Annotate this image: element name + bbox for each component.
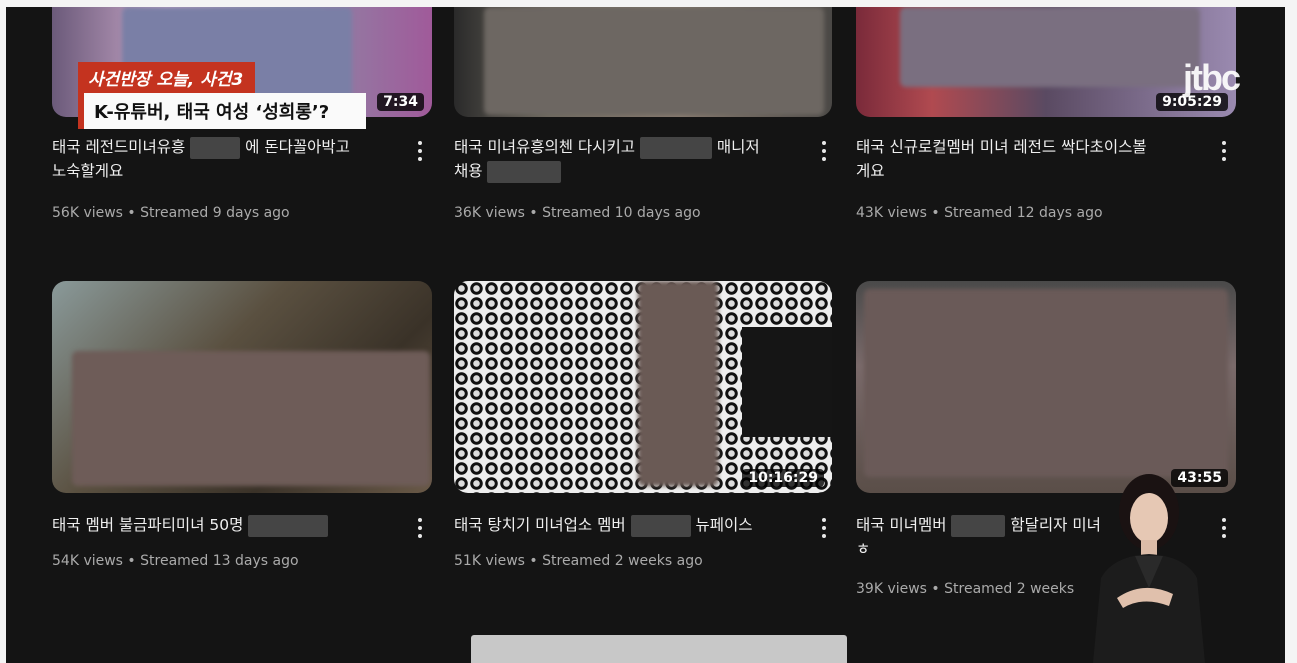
- video-duration: 7:34: [377, 93, 424, 111]
- caption-subtitle: K-유튜버, 태국 여성 ‘성희롱’?: [78, 93, 366, 129]
- video-card[interactable]: 10:16:29 태국 탕치기 미녀업소 멤버 뉴페이스 51K views •…: [454, 281, 838, 581]
- video-meta: 56K views • Streamed 9 days ago: [52, 205, 290, 221]
- video-card[interactable]: 9:05:29 태국 신규로컬멤버 미녀 레전드 싹다초이스볼 게요 43K v…: [856, 7, 1240, 227]
- more-options-icon[interactable]: [822, 141, 826, 161]
- video-meta: 36K views • Streamed 10 days ago: [454, 205, 701, 221]
- redacted-text: [190, 136, 241, 159]
- video-title[interactable]: 태국 미녀유흥의첸 다시키고 매니저 채용: [454, 135, 794, 183]
- redacted-text: [630, 514, 691, 537]
- video-meta: 54K views • Streamed 13 days ago: [52, 553, 299, 569]
- more-options-icon[interactable]: [1222, 141, 1226, 161]
- more-options-icon[interactable]: [418, 518, 422, 538]
- blurred-region: [900, 7, 1200, 87]
- redacted-text: [487, 160, 562, 183]
- blurred-region: [638, 281, 718, 486]
- video-grid-screen: 7:34 태국 레전드미녀유흥 에 돈다꼴아박고 노숙할게요 56K views…: [6, 7, 1285, 663]
- video-thumbnail[interactable]: 43:55: [856, 281, 1236, 493]
- redacted-text: [248, 514, 329, 537]
- video-duration: 10:16:29: [742, 469, 824, 487]
- video-title[interactable]: 태국 탕치기 미녀업소 멤버 뉴페이스: [454, 513, 794, 537]
- more-options-icon[interactable]: [822, 518, 826, 538]
- video-thumbnail[interactable]: [454, 7, 832, 117]
- wall-screen: [742, 327, 832, 437]
- video-title[interactable]: 태국 멤버 불금파티미녀 50명: [52, 513, 392, 537]
- video-meta: 51K views • Streamed 2 weeks ago: [454, 553, 703, 569]
- video-thumbnail[interactable]: 10:16:29: [454, 281, 832, 493]
- jtbc-logo: jtbc: [1182, 57, 1241, 98]
- sign-language-interpreter: [1093, 474, 1205, 663]
- video-thumbnail[interactable]: [52, 281, 432, 493]
- caption-headline: 사건반장 오늘, 사건3: [78, 62, 256, 93]
- news-caption: 사건반장 오늘, 사건3 K-유튜버, 태국 여성 ‘성희롱’?: [78, 62, 366, 129]
- blurred-region: [72, 351, 430, 486]
- blurred-region: [484, 7, 824, 115]
- blurred-region: [864, 289, 1228, 477]
- video-meta: 39K views • Streamed 2 weeks: [856, 581, 1075, 597]
- horizontal-scrollbar[interactable]: [471, 635, 847, 663]
- video-card[interactable]: 태국 미녀유흥의첸 다시키고 매니저 채용 36K views • Stream…: [454, 7, 838, 227]
- video-title[interactable]: 태국 레전드미녀유흥 에 돈다꼴아박고 노숙할게요: [52, 135, 392, 183]
- video-meta: 43K views • Streamed 12 days ago: [856, 205, 1103, 221]
- video-thumbnail[interactable]: 9:05:29: [856, 7, 1236, 117]
- video-title[interactable]: 태국 신규로컬멤버 미녀 레전드 싹다초이스볼 게요: [856, 135, 1196, 183]
- video-card[interactable]: 태국 멤버 불금파티미녀 50명 54K views • Streamed 13…: [52, 281, 436, 581]
- redacted-text: [951, 514, 1006, 537]
- more-options-icon[interactable]: [418, 141, 422, 161]
- redacted-text: [639, 136, 712, 159]
